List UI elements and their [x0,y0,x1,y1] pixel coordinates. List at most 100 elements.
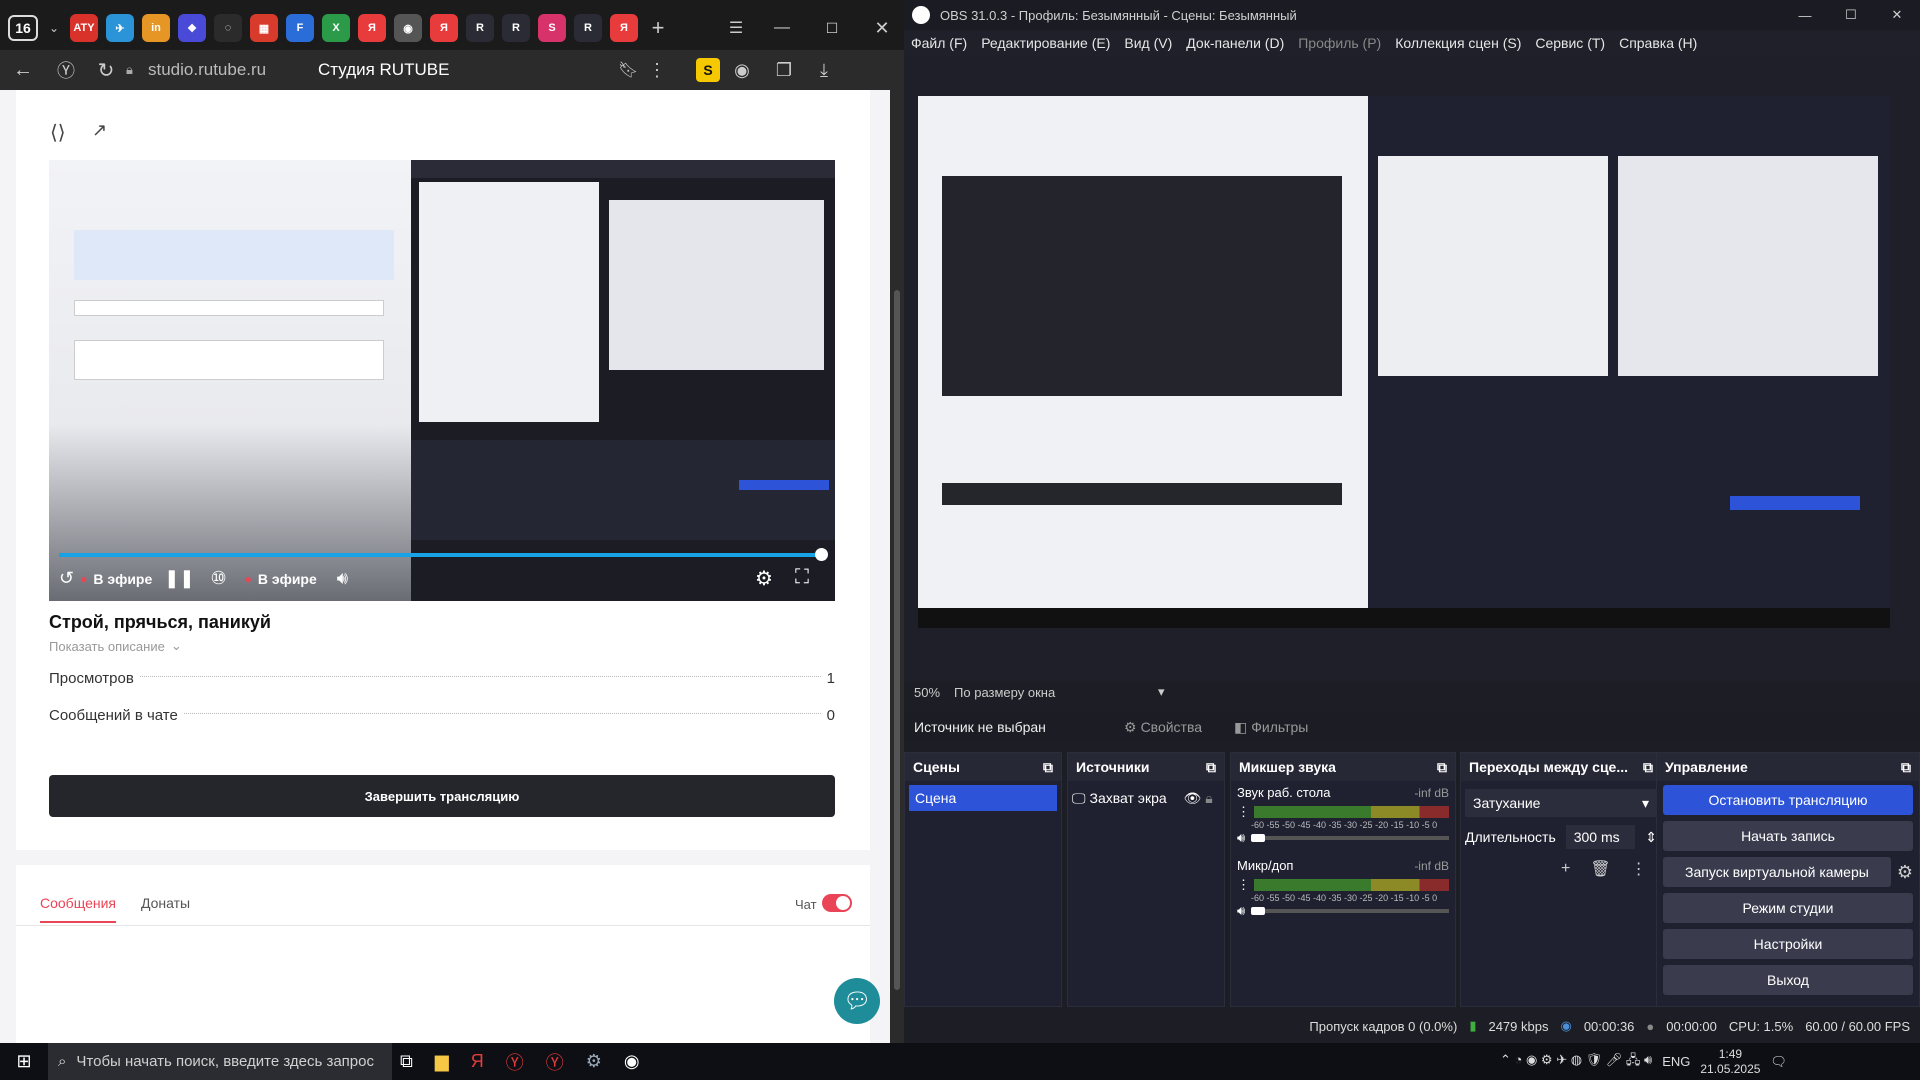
tray-icons[interactable]: ⌃ ◔ ◉ ⚙ ✈ ◍ 🛡︎ 🎤︎ 🖧︎ 🔊︎ [1500,1051,1652,1073]
steam-icon[interactable]: ⚙ [586,1051,602,1072]
maximize-button[interactable]: ☐ [1828,7,1874,23]
transition-select[interactable]: Затухание ▾ [1465,789,1657,817]
trash-icon[interactable]: 🗑︎ [1590,859,1610,879]
undock-icon[interactable]: ⧉ [1043,759,1053,776]
yandex-icon[interactable]: Ⓨ [46,57,86,83]
progress-handle[interactable] [815,548,828,561]
yandex-browser-icon[interactable]: Ⓨ [506,1049,524,1075]
maximize-button[interactable]: ☐ [810,20,854,37]
start-record-button[interactable]: Начать запись [1663,821,1913,851]
source-item[interactable]: 🖵︎ Захват экра 👁︎ 🔒︎ [1072,785,1220,811]
menu-item[interactable]: Файл (F) [911,35,967,51]
gear-icon[interactable]: ⚙ [1897,862,1913,883]
browser-tab[interactable]: R [466,14,494,42]
open-external-icon[interactable]: ↗ [92,120,107,141]
undock-icon[interactable]: ⧉ [1437,759,1447,776]
chat-toggle[interactable] [822,894,852,912]
browser-tab[interactable]: ❖ [178,14,206,42]
settings-button[interactable]: Настройки [1663,929,1913,959]
stop-stream-button[interactable]: Остановить трансляцию [1663,785,1913,815]
zoom-selector[interactable]: 50% По размеру окна ▾ [914,684,1165,700]
file-explorer-icon[interactable]: ▆ [435,1051,449,1072]
more-icon[interactable]: ⋮ [1631,859,1647,879]
browser-tab[interactable]: ATY [70,14,98,42]
browser-tab[interactable]: R [574,14,602,42]
volume-slider[interactable] [1251,834,1449,842]
settings-icon[interactable]: ⚙ [755,566,773,591]
more-icon[interactable]: ⋮ [1237,804,1250,820]
speaker-icon[interactable]: 🔊︎ [1237,903,1245,919]
player-progress-bar[interactable] [59,553,825,557]
menu-item[interactable]: Док-панели (D) [1186,35,1284,51]
filters-button[interactable]: ◧ Фильтры [1234,719,1334,736]
menu-item[interactable]: Редактирование (E) [981,35,1110,51]
page-scrollbar[interactable] [890,90,904,1043]
yandex-app-icon[interactable]: Я [471,1051,484,1072]
notifications-icon[interactable]: 🗨︎ [1770,1054,1787,1070]
windows-start-icon[interactable]: ⊞ [0,1051,48,1072]
more-icon[interactable]: ⋮ [1237,877,1250,893]
screenshot-icon[interactable]: ◉ [720,60,764,81]
language-indicator[interactable]: ENG [1662,1054,1690,1069]
browser-tab[interactable]: Я [358,14,386,42]
live-badge-right[interactable]: В эфире [258,571,317,587]
exit-button[interactable]: Выход [1663,965,1913,995]
zoom-mode[interactable]: По размеру окна [954,685,1144,700]
menu-item[interactable]: Сервис (T) [1535,35,1605,51]
volume-slider[interactable] [1251,907,1449,915]
properties-button[interactable]: ⚙ Свойства [1124,719,1224,736]
undock-icon[interactable]: ⧉ [1206,759,1216,776]
show-description-link[interactable]: Показать описание ⌄ [49,638,182,654]
video-player[interactable]: ↺ ● В эфире ❚❚ ⑩ ● В эфире 🔊︎ ⚙ ⛶ [49,160,835,601]
show-description-label[interactable]: Показать описание [49,639,165,654]
new-tab-button[interactable]: + [644,15,672,41]
browser-tab[interactable]: Я [430,14,458,42]
speaker-icon[interactable]: 🔊︎ [1237,830,1245,846]
undock-icon[interactable]: ⧉ [1643,759,1653,776]
fullscreen-icon[interactable]: ⛶ [795,566,809,589]
volume-icon[interactable]: 🔊︎ [337,568,348,589]
tab-donations[interactable]: Донаты [141,895,190,911]
task-view-icon[interactable]: ⧉ [400,1051,413,1072]
taskbar-search[interactable]: ⌕ Чтобы начать поиск, введите здесь запр… [48,1043,392,1080]
share-icon[interactable]: ⟨⟩ [50,120,66,145]
chevron-down-icon[interactable]: ⌄ [44,21,64,35]
pause-icon[interactable]: ❚❚ [164,568,194,589]
tabs-menu-icon[interactable]: ☰ [718,18,754,38]
browser-tab[interactable]: ◌ [214,14,242,42]
minimize-button[interactable]: — [1782,8,1828,23]
yandex-browser-active-icon[interactable]: Ⓨ [546,1049,564,1075]
add-icon[interactable]: + [1561,860,1570,878]
menu-item[interactable]: Коллекция сцен (S) [1395,35,1521,51]
close-button[interactable]: ✕ [1874,7,1920,23]
eye-icon[interactable]: 👁︎ [1184,790,1202,807]
browser-tab[interactable]: ✈ [106,14,134,42]
browser-tab[interactable]: X [322,14,350,42]
tab-count-badge[interactable]: 16 [8,15,38,41]
clock[interactable]: 1:49 21.05.2025 [1700,1047,1760,1077]
menu-item[interactable]: Профиль (P) [1298,35,1381,51]
obs-preview[interactable] [904,56,1920,682]
duration-input[interactable]: 300 ms [1565,825,1636,849]
lock-icon[interactable]: 🔒︎ [1205,790,1212,807]
chevron-down-icon[interactable]: ▾ [1158,684,1165,700]
collections-icon[interactable]: ❐ [764,60,804,81]
scene-item[interactable]: Сцена [909,785,1057,811]
bookmark-icon[interactable]: 🔖︎ [618,60,648,80]
browser-tab[interactable]: in [142,14,170,42]
close-button[interactable]: ✕ [860,18,904,39]
studio-mode-button[interactable]: Режим студии [1663,893,1913,923]
menu-item[interactable]: Справка (H) [1619,35,1697,51]
undock-icon[interactable]: ⧉ [1901,759,1911,776]
download-icon[interactable]: ⤓ [804,60,844,81]
more-icon[interactable]: ⋮ [648,60,678,81]
extension-icon[interactable]: S [696,58,720,82]
support-chat-icon[interactable]: 💬︎ [834,978,880,1024]
browser-tab[interactable]: ◉ [394,14,422,42]
browser-tab[interactable]: ▦ [250,14,278,42]
browser-tab[interactable]: S [538,14,566,42]
menu-item[interactable]: Вид (V) [1124,35,1172,51]
obs-app-icon[interactable]: ◉ [624,1051,640,1072]
back-icon[interactable]: ← [0,59,46,82]
rewind-icon[interactable]: ↺ [59,568,74,589]
